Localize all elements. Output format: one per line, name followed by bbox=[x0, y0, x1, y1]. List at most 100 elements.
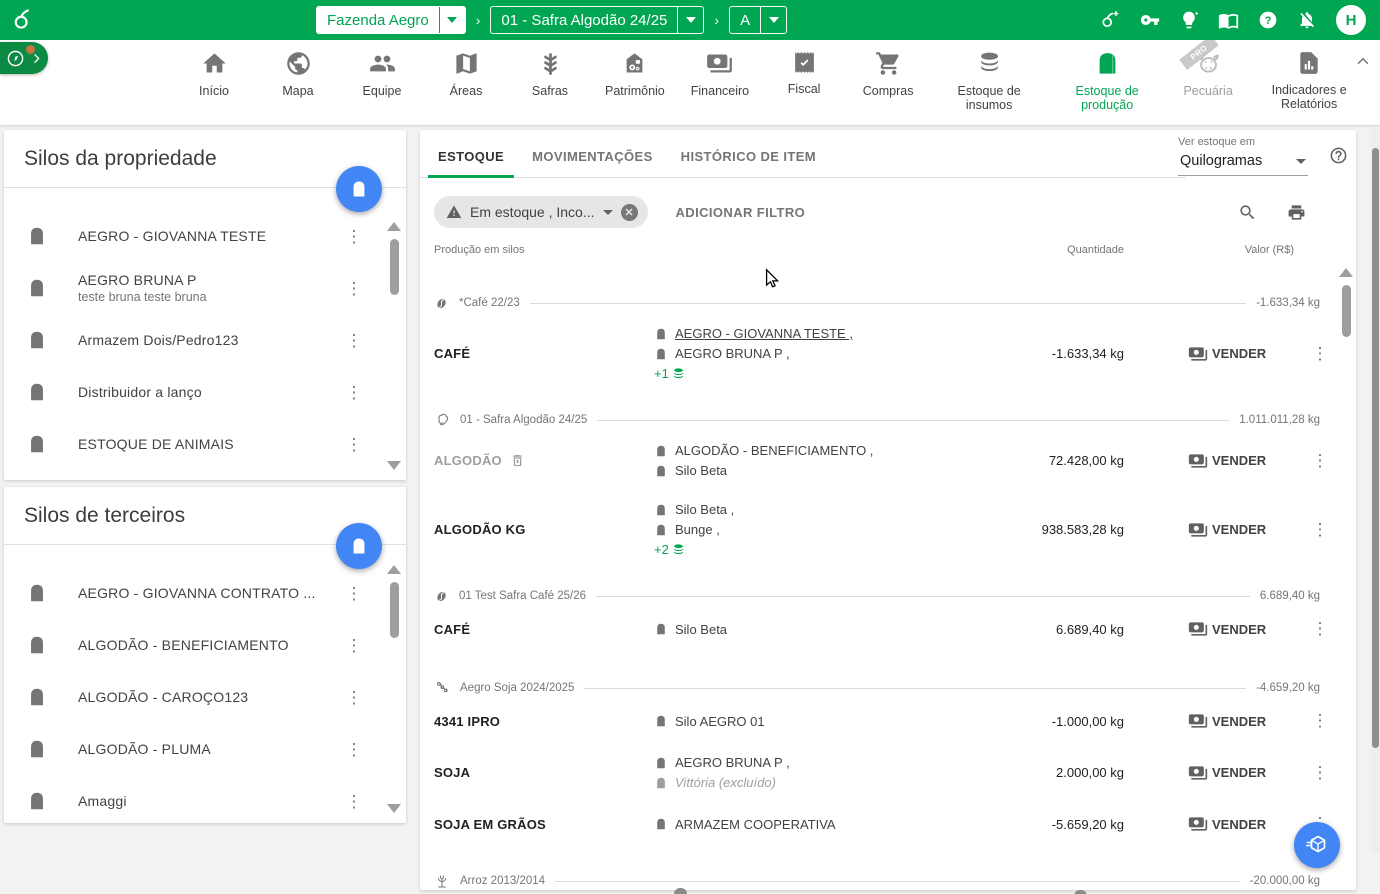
silo-link[interactable]: ALGODÃO - BENEFICIAMENTO , bbox=[675, 443, 873, 458]
silo-link[interactable]: AEGRO - GIOVANNA TESTE , bbox=[675, 326, 853, 341]
nav-inicio[interactable]: Início bbox=[185, 50, 243, 98]
scroll-up-icon[interactable] bbox=[387, 222, 401, 231]
row-menu-icon[interactable]: ⋮ bbox=[1298, 711, 1342, 731]
scroll-thumb[interactable] bbox=[1342, 285, 1351, 337]
silo-list-item[interactable]: Amaggi ⋮ bbox=[4, 775, 372, 827]
item-menu-icon[interactable]: ⋮ bbox=[342, 741, 366, 758]
collapse-nav-icon[interactable] bbox=[1354, 52, 1372, 70]
table-header: Produção em silos Quantidade Valor (R$) bbox=[420, 228, 1356, 260]
aegro-logo[interactable] bbox=[0, 0, 46, 40]
tab-estoque[interactable]: ESTOQUE bbox=[424, 149, 518, 177]
item-menu-icon[interactable]: ⋮ bbox=[342, 689, 366, 706]
silo-list-item[interactable]: ALGODÃO - BENEFICIAMENTO ⋮ bbox=[4, 619, 372, 671]
nav-estoque-insumos[interactable]: Estoque de insumos bbox=[943, 50, 1035, 113]
third-party-silos-scrollbar[interactable] bbox=[386, 565, 402, 813]
add-filter-button[interactable]: ADICIONAR FILTRO bbox=[676, 205, 806, 220]
status-filter-chip[interactable]: Em estoque , Inco... ✕ bbox=[434, 196, 648, 228]
sell-button[interactable]: VENDER bbox=[1188, 520, 1298, 540]
nav-pecuaria[interactable]: PRO Pecuária bbox=[1179, 50, 1237, 98]
row-menu-icon[interactable]: ⋮ bbox=[1298, 520, 1342, 540]
row-menu-icon[interactable]: ⋮ bbox=[1298, 763, 1342, 783]
aegro-plus-icon[interactable] bbox=[1099, 9, 1121, 31]
scroll-up-icon[interactable] bbox=[1339, 268, 1353, 277]
item-menu-icon[interactable]: ⋮ bbox=[342, 332, 366, 349]
field-select[interactable]: A bbox=[729, 6, 787, 34]
harvest-select[interactable]: 01 - Safra Algodão 24/25 bbox=[490, 6, 704, 34]
search-icon[interactable] bbox=[1238, 203, 1257, 222]
page-scrollbar[interactable] bbox=[1371, 128, 1380, 852]
help-outline-icon[interactable] bbox=[1329, 146, 1348, 165]
nav-mapa[interactable]: Mapa bbox=[269, 50, 327, 98]
silo-list-item[interactable]: Distribuidor a lanço ⋮ bbox=[4, 366, 372, 418]
harvest-group-header: 01 Test Safra Café 25/26 6.689,40 kg bbox=[420, 585, 1356, 607]
stock-table-scrollbar[interactable] bbox=[1338, 268, 1354, 868]
tab-movimentacoes[interactable]: MOVIMENTAÇÕES bbox=[518, 149, 667, 177]
nav-estoque-producao[interactable]: Estoque de produção bbox=[1061, 50, 1153, 113]
silo-list-item[interactable]: ALGODÃO - PLUMA ⋮ bbox=[4, 723, 372, 775]
silo-list-item[interactable]: Armazem Dois/Pedro123 ⋮ bbox=[4, 314, 372, 366]
scroll-up-icon[interactable] bbox=[387, 565, 401, 574]
silo-list-item[interactable]: AEGRO - GIOVANNA CONTRATO ... ⋮ bbox=[4, 567, 372, 619]
sell-button[interactable]: VENDER bbox=[1188, 451, 1298, 471]
add-own-silo-button[interactable] bbox=[336, 166, 382, 212]
key-icon[interactable] bbox=[1140, 10, 1160, 30]
item-menu-icon[interactable]: ⋮ bbox=[342, 585, 366, 602]
item-menu-icon[interactable]: ⋮ bbox=[342, 384, 366, 401]
nav-financeiro[interactable]: Financeiro bbox=[691, 50, 749, 98]
silo-link[interactable]: Silo Beta bbox=[675, 622, 727, 637]
table-row: SOJA EM GRÃOS ARMAZEM COOPERATIVA -5.659… bbox=[420, 802, 1356, 846]
own-silos-scrollbar[interactable] bbox=[386, 222, 402, 470]
farm-select[interactable]: Fazenda Aegro bbox=[316, 6, 466, 34]
item-menu-icon[interactable]: ⋮ bbox=[342, 228, 366, 245]
nav-areas[interactable]: Áreas bbox=[437, 50, 495, 98]
sell-button[interactable]: VENDER bbox=[1188, 344, 1298, 364]
item-menu-icon[interactable]: ⋮ bbox=[342, 637, 366, 654]
more-silos-button[interactable]: +1 bbox=[654, 366, 964, 381]
sell-button[interactable]: VENDER bbox=[1188, 814, 1298, 834]
sell-production-fab[interactable] bbox=[1294, 822, 1340, 868]
row-menu-icon[interactable]: ⋮ bbox=[1298, 451, 1342, 471]
silo-link[interactable]: AEGRO BRUNA P , bbox=[675, 755, 790, 770]
sell-button[interactable]: VENDER bbox=[1188, 711, 1298, 731]
add-third-party-silo-button[interactable] bbox=[336, 523, 382, 569]
nav-fiscal[interactable]: Fiscal bbox=[775, 50, 833, 96]
book-icon[interactable] bbox=[1218, 10, 1239, 31]
more-silos-button[interactable]: +2 bbox=[654, 542, 964, 557]
sell-button[interactable]: VENDER bbox=[1188, 763, 1298, 783]
item-menu-icon[interactable]: ⋮ bbox=[342, 436, 366, 453]
print-icon[interactable] bbox=[1287, 203, 1306, 222]
item-menu-icon[interactable]: ⋮ bbox=[342, 280, 366, 297]
clear-filter-icon[interactable]: ✕ bbox=[621, 204, 638, 221]
silo-link[interactable]: Silo Beta bbox=[675, 463, 727, 478]
silo-list-item[interactable]: ALGODÃO - CAROÇO123 ⋮ bbox=[4, 671, 372, 723]
lightbulb-icon[interactable] bbox=[1179, 10, 1199, 30]
unit-select[interactable]: Ver estoque em Quilogramas bbox=[1178, 136, 1308, 176]
silo-link[interactable]: ARMAZEM COOPERATIVA bbox=[675, 817, 836, 832]
scroll-thumb[interactable] bbox=[390, 239, 399, 295]
nav-safras[interactable]: Safras bbox=[521, 50, 579, 98]
silo-link[interactable]: Silo AEGRO 01 bbox=[675, 714, 765, 729]
nav-patrimonio[interactable]: Patrimônio bbox=[605, 50, 665, 98]
scroll-thumb[interactable] bbox=[390, 582, 399, 638]
nav-compras[interactable]: Compras bbox=[859, 50, 917, 98]
silo-link[interactable]: AEGRO BRUNA P , bbox=[675, 346, 790, 361]
help-icon[interactable] bbox=[1258, 10, 1278, 30]
nav-indicadores[interactable]: Indicadores e Relatórios bbox=[1263, 50, 1355, 112]
tab-historico-item[interactable]: HISTÓRICO DE ITEM bbox=[667, 149, 830, 177]
row-menu-icon[interactable]: ⋮ bbox=[1298, 619, 1342, 639]
scroll-down-icon[interactable] bbox=[387, 804, 401, 813]
notifications-off-icon[interactable] bbox=[1297, 10, 1317, 30]
silo-list-item[interactable]: AEGRO BRUNA P teste bruna teste bruna ⋮ bbox=[4, 262, 372, 314]
sell-button[interactable]: VENDER bbox=[1188, 619, 1298, 639]
nav-equipe[interactable]: Equipe bbox=[353, 50, 411, 98]
silo-link[interactable]: Silo Beta , bbox=[675, 502, 734, 517]
news-side-tab[interactable] bbox=[0, 42, 48, 74]
silo-list-item[interactable]: ESTOQUE DE ANIMAIS ⋮ bbox=[4, 418, 372, 470]
silo-list-item[interactable]: AEGRO - GIOVANNA TESTE ⋮ bbox=[4, 210, 372, 262]
row-menu-icon[interactable]: ⋮ bbox=[1298, 344, 1342, 364]
avatar[interactable]: H bbox=[1336, 5, 1366, 35]
item-menu-icon[interactable]: ⋮ bbox=[342, 793, 366, 810]
scroll-down-icon[interactable] bbox=[387, 461, 401, 470]
silo-link[interactable]: Bunge , bbox=[675, 522, 720, 537]
page-scroll-thumb[interactable] bbox=[1372, 148, 1379, 748]
